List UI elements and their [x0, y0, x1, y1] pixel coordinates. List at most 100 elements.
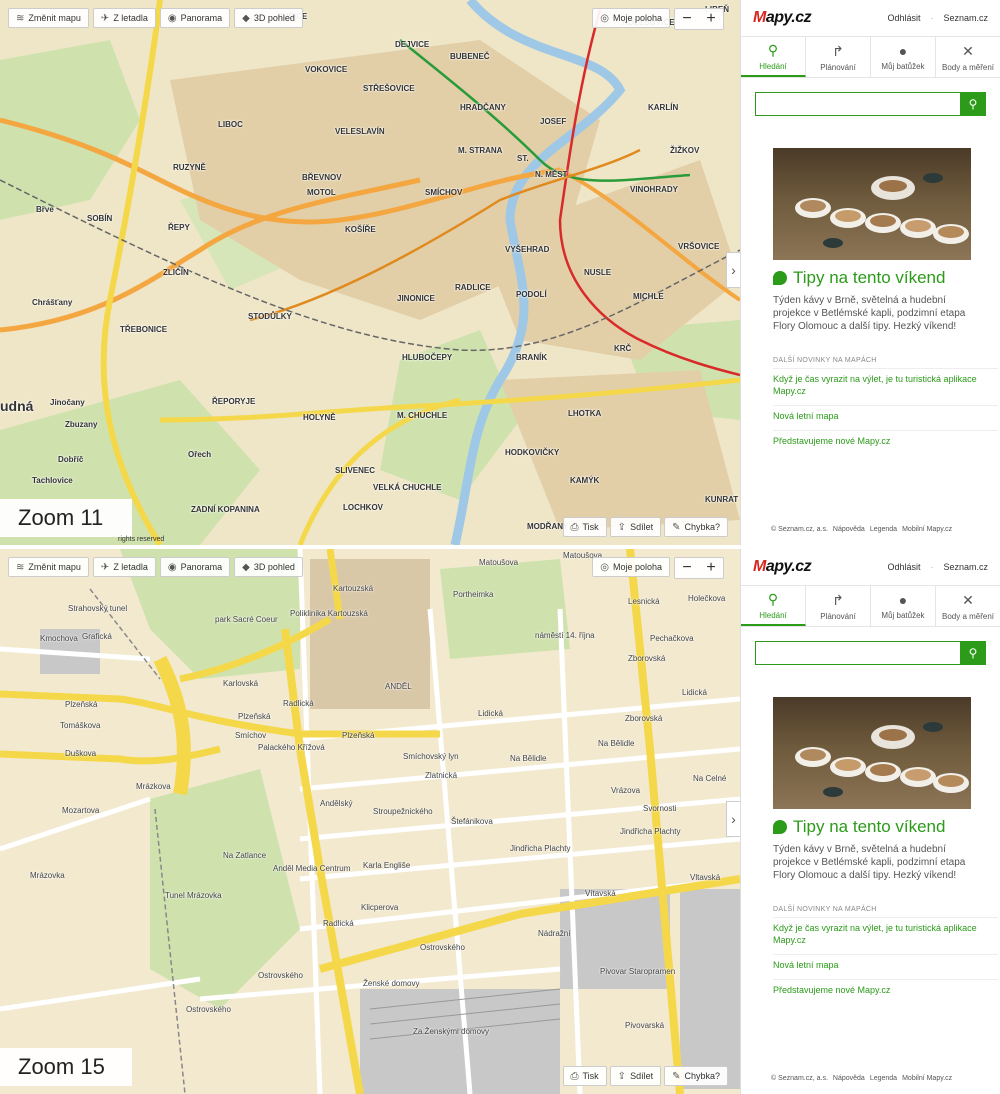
collapse-panel-button[interactable]: › — [726, 801, 740, 837]
tools-icon: ✕ — [962, 42, 974, 59]
news-heading: DALŠÍ NOVINKY NA MAPÁCH — [773, 906, 877, 913]
map-label: Tomáškova — [60, 721, 101, 730]
map-label: KRČ — [614, 344, 632, 353]
pencil-icon: ✎ — [672, 521, 681, 533]
news-item[interactable]: Nová letní mapa — [773, 954, 998, 975]
layers-icon: ≋ — [16, 561, 25, 573]
aerial-button[interactable]: ✈ Z letadla — [92, 8, 156, 28]
search-button[interactable]: ⚲ — [960, 641, 986, 665]
map-label: Na Zatlance — [223, 851, 267, 860]
mapy-logo[interactable]: Mapy.cz — [753, 9, 812, 27]
railway-station — [360, 989, 560, 1094]
search-input[interactable] — [755, 641, 960, 665]
map-label: Strahovský tunel — [68, 604, 128, 613]
footer-help-link[interactable]: Nápověda — [833, 526, 865, 533]
tab-backpack[interactable]: ● Můj batůžek — [871, 586, 936, 626]
map-label: ST. — [517, 154, 529, 163]
map-label: Mrázkova — [136, 782, 171, 791]
news-item[interactable]: Představujeme nové Mapy.cz — [773, 979, 998, 1000]
print-button[interactable]: ⎙ Tisk — [562, 517, 607, 537]
print-button[interactable]: ⎙ Tisk — [562, 1066, 607, 1086]
my-location-button[interactable]: ◎ Moje poloha — [592, 8, 670, 28]
zoom-out-button[interactable]: − — [675, 558, 699, 578]
footer-legend-link[interactable]: Legenda — [870, 1075, 897, 1082]
tab-measure[interactable]: ✕ Body a měření — [936, 37, 1000, 77]
seznam-link[interactable]: Seznam.cz — [943, 562, 988, 572]
tab-backpack[interactable]: ● Můj batůžek — [871, 37, 936, 77]
map-label: Svornosti — [643, 804, 677, 813]
panel-tabs: ⚲ Hledání ↱ Plánování ● Můj batůžek ✕ Body a… — [741, 36, 1000, 78]
search-input[interactable] — [755, 92, 960, 116]
footer-copyright: © Seznam.cz, a.s. — [771, 1075, 828, 1082]
map-label: RUZYNĚ — [173, 163, 206, 172]
map-label: Karlovská — [223, 679, 259, 688]
target-icon: ◎ — [600, 12, 609, 24]
map-label: Pivovarská — [625, 1021, 665, 1030]
tab-measure[interactable]: ✕ Body a měření — [936, 586, 1000, 626]
3d-view-button[interactable]: ◆ 3D pohled — [234, 557, 303, 577]
leaf-icon — [773, 820, 787, 834]
my-location-button[interactable]: ◎ Moje poloha — [592, 557, 670, 577]
promo-image[interactable] — [773, 697, 971, 809]
map-label: M. STRANA — [458, 146, 503, 155]
share-button[interactable]: ⇪ Sdílet — [609, 517, 662, 537]
footer-mobile-link[interactable]: Mobilní Mapy.cz — [902, 526, 952, 533]
news-item[interactable]: Když je čas vyrazit na výlet, je tu turi… — [773, 917, 998, 950]
header-links: Odhlásit · Seznam.cz — [887, 13, 988, 23]
zoom-in-button[interactable]: + — [699, 558, 723, 578]
logout-link[interactable]: Odhlásit — [887, 562, 920, 572]
zoom-controls: − + — [674, 8, 724, 30]
zoom-label: Zoom 11 — [0, 499, 132, 537]
map-label: Radlická — [323, 919, 354, 928]
tab-planning[interactable]: ↱ Plánování — [806, 586, 871, 626]
map-label: STODŮLKY — [248, 312, 292, 321]
map-label: náměstí 14. října — [535, 631, 595, 640]
search-button[interactable]: ⚲ — [960, 92, 986, 116]
cube-icon: ◆ — [242, 12, 250, 24]
footer-mobile-link[interactable]: Mobilní Mapy.cz — [902, 1075, 952, 1082]
zoom-in-button[interactable]: + — [699, 9, 723, 29]
news-heading: DALŠÍ NOVINKY NA MAPÁCH — [773, 357, 877, 364]
map-label: KAMÝK — [570, 476, 600, 485]
map-label: Mrázovka — [30, 871, 65, 880]
3d-view-button[interactable]: ◆ 3D pohled — [234, 8, 303, 28]
promo-title[interactable]: Tipy na tento víkend — [773, 817, 1000, 837]
map-label: Jindřicha Plachty — [620, 827, 681, 836]
promo-image[interactable] — [773, 148, 971, 260]
layers-icon: ≋ — [16, 12, 25, 24]
tab-planning[interactable]: ↱ Plánování — [806, 37, 871, 77]
tab-search[interactable]: ⚲ Hledání — [741, 37, 806, 77]
seznam-link[interactable]: Seznam.cz — [943, 13, 988, 23]
aerial-button[interactable]: ✈ Z letadla — [92, 557, 156, 577]
panorama-button[interactable]: ◉ Panorama — [159, 8, 231, 28]
change-map-button[interactable]: ≋ Změnit mapu — [8, 8, 89, 28]
map-canvas[interactable]: Matoušova Kartouzská Poliklinika Kartouzsk… — [0, 549, 740, 1094]
report-error-button[interactable]: ✎ Chybka? — [664, 517, 728, 537]
map-label: ANDĚL — [385, 682, 412, 691]
change-map-button[interactable]: ≋ Změnit mapu — [8, 557, 89, 577]
news-item[interactable]: Představujeme nové Mapy.cz — [773, 430, 998, 451]
panel-header: Mapy.cz Odhlásit · Seznam.cz — [741, 0, 1000, 36]
footer-legend-link[interactable]: Legenda — [870, 526, 897, 533]
zoom-out-button[interactable]: − — [675, 9, 699, 29]
map-label: SOBÍN — [87, 214, 113, 223]
report-error-button[interactable]: ✎ Chybka? — [664, 1066, 728, 1086]
map-label: Smíchov — [235, 731, 267, 740]
eye-icon: ◉ — [167, 561, 177, 573]
cube-icon: ◆ — [242, 561, 250, 573]
news-item[interactable]: Nová letní mapa — [773, 405, 998, 426]
news-item[interactable]: Když je čas vyrazit na výlet, je tu turi… — [773, 368, 998, 401]
mapy-logo[interactable]: Mapy.cz — [753, 558, 812, 576]
collapse-panel-button[interactable]: › — [726, 252, 740, 288]
map-canvas[interactable]: BUŠICEDEJVICEBUBENEČHOLEŠOVICELIBEŇVOKOV… — [0, 0, 740, 545]
coffee-cups-image — [795, 722, 969, 797]
map-label: Smíchovský lyn — [403, 752, 459, 761]
promo-title[interactable]: Tipy na tento víkend — [773, 268, 1000, 288]
copyright: rights reserved — [118, 536, 165, 543]
map-label: MOTOL — [307, 188, 336, 197]
logout-link[interactable]: Odhlásit — [887, 13, 920, 23]
panorama-button[interactable]: ◉ Panorama — [159, 557, 231, 577]
share-button[interactable]: ⇪ Sdílet — [609, 1066, 662, 1086]
tab-search[interactable]: ⚲ Hledání — [741, 586, 806, 626]
footer-help-link[interactable]: Nápověda — [833, 1075, 865, 1082]
